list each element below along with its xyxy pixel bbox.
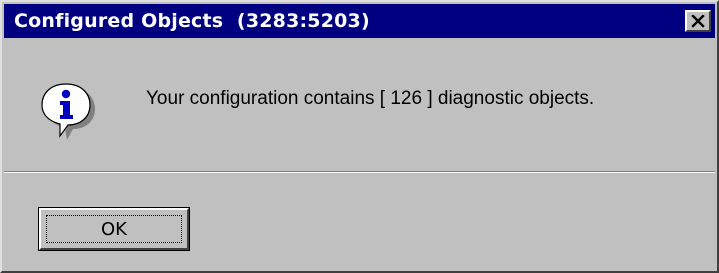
ok-focus-rect: OK — [46, 215, 182, 243]
ok-button-label: OK — [101, 218, 127, 240]
close-icon — [691, 14, 705, 28]
window-title: Configured Objects (3283:5203) — [14, 10, 370, 32]
close-button[interactable] — [685, 10, 711, 32]
title-bar[interactable]: Configured Objects (3283:5203) — [4, 4, 715, 38]
dialog-window: Configured Objects (3283:5203) Your conf… — [0, 0, 719, 273]
info-icon — [38, 80, 98, 140]
dialog-content: Your configuration contains [ 126 ] diag… — [4, 38, 715, 171]
dialog-message: Your configuration contains [ 126 ] diag… — [146, 88, 595, 109]
ok-button-bevel: OK — [39, 208, 189, 250]
button-area: OK — [4, 173, 715, 269]
ok-button[interactable]: OK — [38, 207, 190, 251]
